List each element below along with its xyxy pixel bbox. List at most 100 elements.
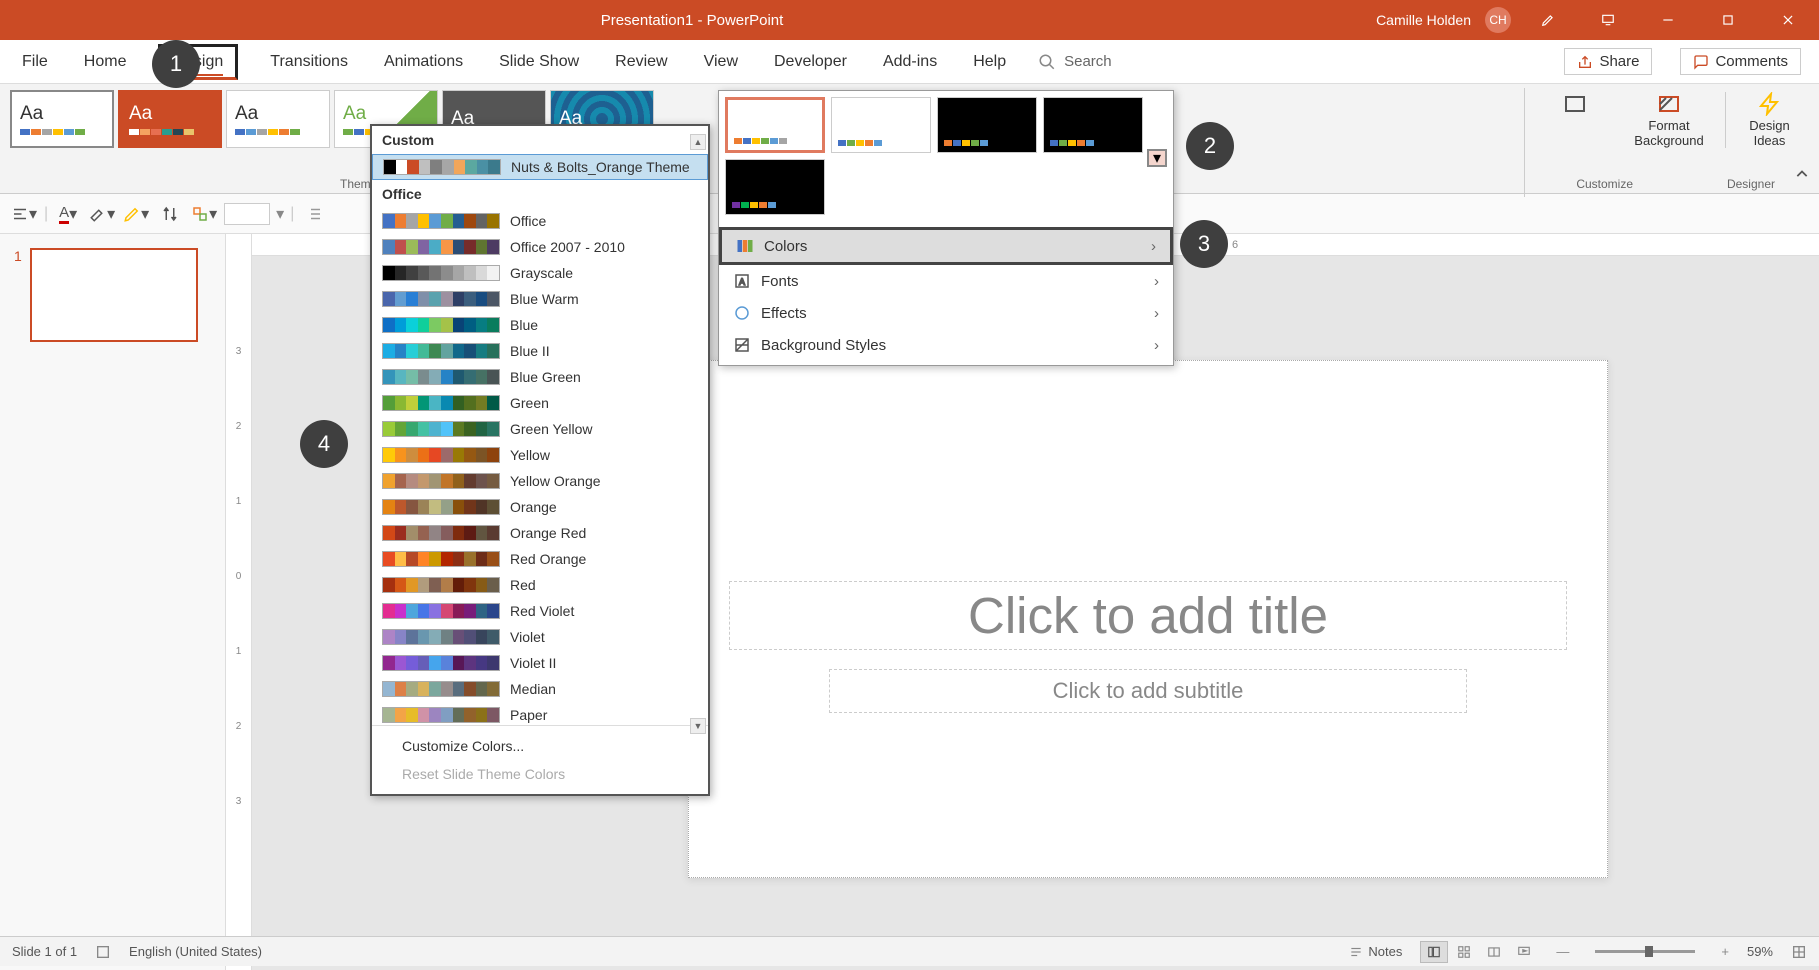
color-scheme-row[interactable]: Blue — [372, 312, 708, 338]
color-scheme-row[interactable]: Office 2007 - 2010 — [372, 234, 708, 260]
color-strip — [382, 239, 500, 255]
spellcheck-icon[interactable] — [95, 944, 111, 960]
designer-section-label: Designer — [1727, 177, 1775, 191]
theme-thumb-3[interactable]: Aa — [226, 90, 330, 148]
theme-thumb-orange[interactable]: Aa — [118, 90, 222, 148]
user-avatar[interactable]: CH — [1485, 7, 1511, 33]
color-scheme-row[interactable]: Orange — [372, 494, 708, 520]
comments-button[interactable]: Comments — [1680, 48, 1801, 75]
format-background-button[interactable]: Format Background — [1631, 92, 1707, 148]
color-strip — [382, 369, 500, 385]
color-strip — [382, 265, 500, 281]
maximize-icon[interactable] — [1705, 0, 1751, 40]
color-scheme-label: Nuts & Bolts_Orange Theme — [511, 159, 690, 175]
language-status[interactable]: English (United States) — [129, 944, 262, 959]
color-scheme-label: Yellow Orange — [510, 473, 601, 489]
ribbon-tabs: File Home Design Transitions Animations … — [0, 40, 1819, 84]
ribbon-collapse-icon[interactable] — [1795, 168, 1809, 187]
reading-view-icon[interactable] — [1480, 941, 1508, 963]
shapes-icon[interactable]: ▾ — [190, 201, 218, 227]
tab-developer[interactable]: Developer — [770, 43, 851, 81]
slide-size-button[interactable]: Slide Size — [1537, 92, 1613, 133]
color-scheme-row[interactable]: Violet II — [372, 650, 708, 676]
color-scheme-row[interactable]: Blue Warm — [372, 286, 708, 312]
slide-thumbnail[interactable] — [30, 248, 198, 342]
tab-add-ins[interactable]: Add-ins — [879, 43, 941, 81]
color-scheme-row[interactable]: Orange Red — [372, 520, 708, 546]
close-icon[interactable] — [1765, 0, 1811, 40]
variant-thumb-3[interactable] — [937, 97, 1037, 153]
color-scheme-row[interactable]: Red — [372, 572, 708, 598]
font-color-icon[interactable]: A ▾ — [54, 201, 82, 227]
align-icon[interactable]: ▾ — [10, 201, 38, 227]
variants-more-button[interactable]: ▾ — [1147, 149, 1167, 167]
color-scheme-row[interactable]: Nuts & Bolts_Orange Theme — [372, 154, 708, 180]
menu-fonts[interactable]: A Fonts › — [719, 265, 1173, 297]
menu-background-styles[interactable]: Background Styles › — [719, 329, 1173, 361]
color-scheme-row[interactable]: Green — [372, 390, 708, 416]
variant-thumb-5[interactable] — [725, 159, 825, 215]
sort-icon[interactable] — [156, 201, 184, 227]
ink-icon[interactable] — [1525, 0, 1571, 40]
color-scheme-row[interactable]: Paper — [372, 702, 708, 725]
style-dropdown[interactable] — [224, 203, 270, 225]
scroll-up-icon[interactable]: ▲ — [690, 134, 706, 150]
slide-canvas[interactable]: Click to add title Click to add subtitle — [688, 360, 1608, 878]
list-icon[interactable] — [300, 201, 328, 227]
slideshow-view-icon[interactable] — [1510, 941, 1538, 963]
color-scheme-row[interactable]: Office — [372, 208, 708, 234]
zoom-slider[interactable] — [1595, 950, 1695, 953]
color-scheme-label: Median — [510, 681, 556, 697]
tab-file[interactable]: File — [18, 43, 52, 81]
menu-effects[interactable]: Effects › — [719, 297, 1173, 329]
theme-thumb-office[interactable]: Aa — [10, 90, 114, 148]
subtitle-placeholder[interactable]: Click to add subtitle — [829, 669, 1467, 713]
design-ideas-button[interactable]: Design Ideas — [1725, 92, 1801, 148]
color-scheme-row[interactable]: Red Violet — [372, 598, 708, 624]
variant-thumb-4[interactable] — [1043, 97, 1143, 153]
search-box[interactable]: Search — [1038, 53, 1112, 71]
color-scheme-row[interactable]: Red Orange — [372, 546, 708, 572]
tab-help[interactable]: Help — [969, 43, 1010, 81]
variant-thumb-1[interactable] — [725, 97, 825, 153]
color-scheme-row[interactable]: Violet — [372, 624, 708, 650]
color-scheme-row[interactable]: Yellow Orange — [372, 468, 708, 494]
color-scheme-label: Yellow — [510, 447, 550, 463]
tab-view[interactable]: View — [700, 43, 742, 81]
notes-button[interactable]: Notes — [1348, 944, 1402, 959]
color-strip — [382, 499, 500, 515]
zoom-percent[interactable]: 59% — [1747, 944, 1773, 959]
pen-color-icon[interactable]: ▾ — [122, 201, 150, 227]
color-scheme-row[interactable]: Grayscale — [372, 260, 708, 286]
display-options-icon[interactable] — [1585, 0, 1631, 40]
tab-slide-show[interactable]: Slide Show — [495, 43, 583, 81]
color-scheme-row[interactable]: Yellow — [372, 442, 708, 468]
color-scheme-row[interactable]: Blue II — [372, 338, 708, 364]
customize-colors-button[interactable]: Customize Colors... — [372, 732, 708, 760]
flyout-scrollbar[interactable]: ▲ ▼ — [690, 134, 706, 734]
color-scheme-row[interactable]: Green Yellow — [372, 416, 708, 442]
tab-design[interactable]: Design — [158, 44, 238, 80]
tab-transitions[interactable]: Transitions — [266, 43, 352, 81]
vertical-ruler: 3210123 — [226, 234, 252, 970]
scroll-down-icon[interactable]: ▼ — [690, 718, 706, 734]
menu-colors[interactable]: Colors › — [719, 227, 1173, 265]
sorter-view-icon[interactable] — [1450, 941, 1478, 963]
fonts-icon: A — [733, 272, 751, 290]
tab-review[interactable]: Review — [611, 43, 671, 81]
color-scheme-label: Blue Warm — [510, 291, 579, 307]
tab-home[interactable]: Home — [80, 43, 131, 81]
variant-thumb-2[interactable] — [831, 97, 931, 153]
tab-animations[interactable]: Animations — [380, 43, 467, 81]
fit-window-icon[interactable] — [1791, 944, 1807, 960]
normal-view-icon[interactable] — [1420, 941, 1448, 963]
color-strip — [382, 707, 500, 723]
highlight-icon[interactable]: ▾ — [88, 201, 116, 227]
share-button[interactable]: Share — [1564, 48, 1652, 75]
minimize-icon[interactable] — [1645, 0, 1691, 40]
color-scheme-row[interactable]: Blue Green — [372, 364, 708, 390]
color-strip — [382, 343, 500, 359]
color-scheme-row[interactable]: Median — [372, 676, 708, 702]
color-scheme-label: Orange — [510, 499, 557, 515]
title-placeholder[interactable]: Click to add title — [729, 581, 1567, 650]
